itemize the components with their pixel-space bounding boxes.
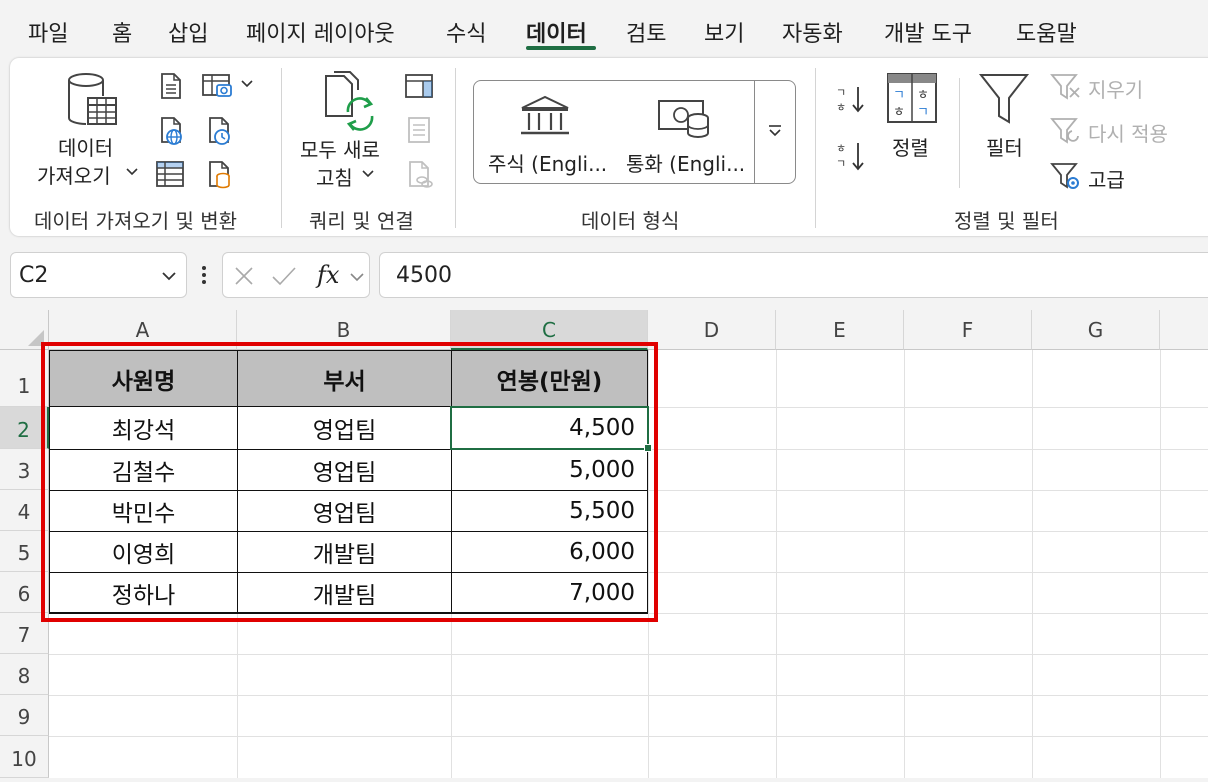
- svg-text:ㅎ: ㅎ: [893, 105, 905, 120]
- menu-file[interactable]: 파일: [28, 16, 68, 48]
- grid-vline: [904, 350, 905, 778]
- queries-group-label: 쿼리 및 연결: [309, 209, 414, 233]
- name-box[interactable]: C2: [10, 252, 187, 298]
- stocks-label: 주식 (Engli...: [488, 152, 608, 176]
- from-database-icon[interactable]: [205, 160, 233, 190]
- sort-dialog-icon: ㄱ ㅎ ㅎ ㄱ: [887, 73, 937, 123]
- clear-label: 지우기: [1088, 78, 1144, 102]
- menu-bar: 파일 홈 삽입 페이지 레이아웃 수식 데이터 검토 보기 자동화 개발 도구 …: [0, 0, 1208, 56]
- currency-label: 통화 (Engli...: [626, 152, 746, 176]
- menu-review[interactable]: 검토: [626, 16, 666, 48]
- chevron-down-icon: [362, 170, 374, 178]
- column-header-h[interactable]: [1160, 310, 1208, 350]
- svg-text:ㅎ: ㅎ: [836, 142, 846, 155]
- menu-automate[interactable]: 자동화: [782, 16, 843, 48]
- recent-sources-icon[interactable]: [205, 116, 233, 146]
- refresh-all-label-2: 고침: [316, 166, 353, 190]
- formula-input[interactable]: 4500: [379, 252, 1208, 298]
- grid-vline: [776, 350, 777, 778]
- menu-data[interactable]: 데이터: [526, 16, 587, 48]
- filter-label: 필터: [986, 136, 1023, 160]
- refresh-all-label-1: 모두 새로: [300, 138, 380, 162]
- menu-home[interactable]: 홈: [112, 16, 132, 48]
- grid-hline: [49, 654, 1208, 655]
- existing-connections-icon[interactable]: [201, 72, 235, 100]
- menu-formulas[interactable]: 수식: [446, 16, 486, 48]
- menu-page-layout[interactable]: 페이지 레이아웃: [246, 16, 395, 48]
- highlight-box: [41, 342, 658, 622]
- database-table-icon: [68, 73, 117, 125]
- column-header-e[interactable]: E: [776, 310, 904, 350]
- group-divider: [281, 68, 282, 228]
- get-data-label-2: 가져오기: [37, 164, 111, 188]
- reapply-label: 다시 적용: [1088, 122, 1168, 146]
- svg-text:ㄱ: ㄱ: [836, 86, 846, 99]
- row-header-10[interactable]: 10: [0, 736, 49, 778]
- sort-filter-group-label: 정렬 및 필터: [954, 209, 1059, 233]
- svg-text:ㄱ: ㄱ: [917, 105, 929, 120]
- row-header-9[interactable]: 9: [0, 695, 49, 736]
- svg-text:ㄱ: ㄱ: [836, 157, 846, 170]
- group-divider: [959, 78, 960, 188]
- grid-hline: [49, 736, 1208, 737]
- advanced-filter-icon: [1050, 163, 1079, 189]
- refresh-all-icon: [325, 71, 374, 131]
- bank-icon: [521, 95, 569, 135]
- sort-descending-icon[interactable]: ㅎ ㄱ: [834, 140, 868, 172]
- edit-links-icon: [409, 161, 433, 188]
- get-transform-group-label: 데이터 가져오기 및 변환: [34, 209, 238, 233]
- column-header-f[interactable]: F: [904, 310, 1032, 350]
- group-divider: [815, 68, 816, 228]
- sort-ascending-icon[interactable]: ㄱ ㅎ: [834, 84, 868, 114]
- from-web-icon[interactable]: [157, 116, 185, 146]
- reapply-icon: [1050, 118, 1079, 144]
- group-divider: [455, 68, 456, 228]
- column-header-d[interactable]: D: [648, 310, 776, 350]
- data-types-dropdown[interactable]: [754, 80, 796, 184]
- grid-hline: [49, 695, 1208, 696]
- advanced-label: 고급: [1088, 168, 1125, 192]
- svg-text:ㅎ: ㅎ: [836, 101, 846, 114]
- chevron-down-icon[interactable]: [241, 80, 253, 88]
- menu-view[interactable]: 보기: [704, 16, 744, 48]
- sort-label: 정렬: [892, 136, 929, 160]
- currency-icon: [658, 100, 709, 138]
- get-data-label-1: 데이터: [58, 136, 114, 160]
- enter-check-icon[interactable]: [271, 265, 297, 287]
- grid-vline: [1032, 350, 1033, 778]
- chevron-down-icon: [162, 272, 176, 281]
- insert-function-button[interactable]: fx: [317, 261, 339, 289]
- row-header-8[interactable]: 8: [0, 654, 49, 695]
- chevron-down-icon: [350, 273, 364, 282]
- cancel-icon[interactable]: [233, 265, 255, 287]
- menu-help[interactable]: 도움말: [1016, 16, 1077, 48]
- from-table-icon[interactable]: [155, 160, 185, 188]
- clear-filter-icon: [1050, 74, 1080, 100]
- queries-connections-icon[interactable]: [404, 72, 434, 100]
- data-types-group-label: 데이터 형식: [581, 209, 680, 233]
- more-dropdown-icon: [769, 125, 781, 137]
- menu-developer[interactable]: 개발 도구: [884, 16, 972, 48]
- grid-vline: [1160, 350, 1161, 778]
- column-header-g[interactable]: G: [1032, 310, 1160, 350]
- menu-insert[interactable]: 삽입: [168, 16, 208, 48]
- chevron-down-icon: [126, 168, 138, 176]
- svg-text:ㅎ: ㅎ: [917, 88, 929, 103]
- more-options-icon[interactable]: [200, 264, 208, 286]
- properties-icon: [408, 117, 430, 143]
- formula-controls: fx: [222, 252, 370, 298]
- active-tab-indicator: [526, 46, 596, 50]
- svg-text:ㄱ: ㄱ: [893, 88, 905, 103]
- name-box-value: C2: [19, 263, 49, 288]
- formula-value: 4500: [396, 263, 452, 288]
- filter-icon: [978, 74, 1030, 124]
- from-text-icon[interactable]: [157, 72, 185, 100]
